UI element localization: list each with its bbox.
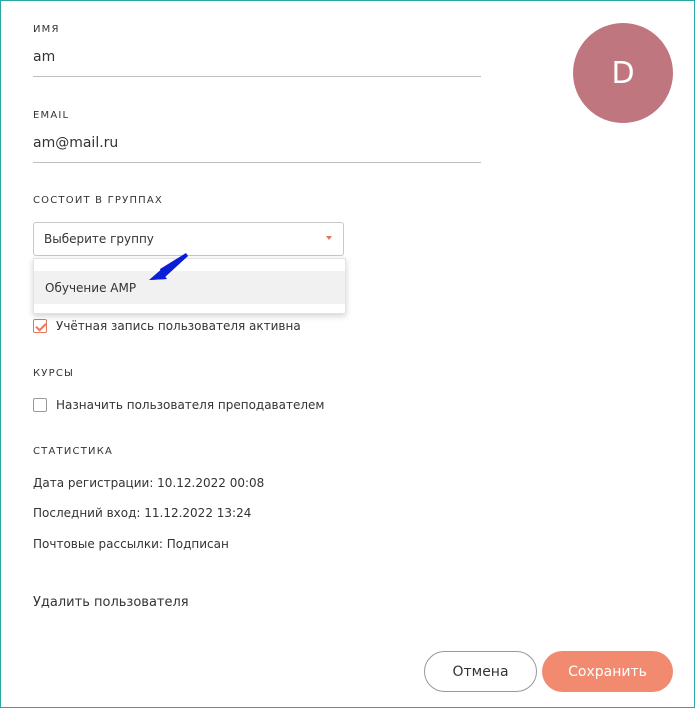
delete-user-link[interactable]: Удалить пользователя [33,595,189,610]
annotation-arrow-icon [149,253,188,280]
teacher-checkbox[interactable] [33,398,47,412]
account-active-label: Учётная запись пользователя активна [56,319,301,333]
name-label: ИМЯ [33,24,60,35]
registration-date: Дата регистрации: 10.12.2022 00:08 [33,476,265,490]
email-label: EMAIL [33,110,70,121]
account-active-checkbox[interactable] [33,319,47,333]
email-field[interactable]: am@mail.ru [33,135,481,163]
save-button[interactable]: Сохранить [542,651,673,692]
teacher-row[interactable]: Назначить пользователя преподавателем [33,398,324,412]
name-field[interactable]: am [33,49,481,77]
account-active-row[interactable]: Учётная запись пользователя активна [33,319,301,333]
mailing-status: Почтовые рассылки: Подписан [33,537,229,551]
avatar: D [573,23,673,123]
teacher-label: Назначить пользователя преподавателем [56,398,325,412]
user-edit-dialog: ИМЯ am D EMAIL am@mail.ru СОСТОИТ В ГРУП… [0,0,695,708]
courses-label: КУРСЫ [33,368,75,379]
cancel-button[interactable]: Отмена [424,651,537,692]
statistics-label: СТАТИСТИКА [33,446,114,457]
last-login: Последний вход: 11.12.2022 13:24 [33,506,252,520]
chevron-down-icon [326,236,332,240]
groups-label: СОСТОИТ В ГРУППАХ [33,195,163,206]
group-select-placeholder: Выберите группу [44,232,154,246]
